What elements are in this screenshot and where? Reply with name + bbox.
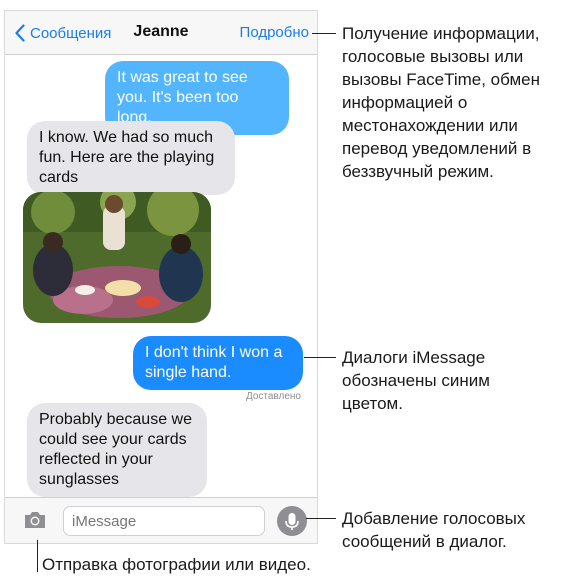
message-incoming-2[interactable]: Probably because we could see your cards… [27,403,207,497]
callout-imessage: Диалоги iMessage обозначены синим цветом… [342,348,490,413]
delivered-status: Доставлено [245,391,301,402]
contact-name-text: Jeanne [133,23,189,40]
navigation-bar: Сообщения Jeanne Подробно [5,11,317,55]
input-bar [5,497,317,543]
details-button[interactable]: Подробно [240,24,309,41]
microphone-icon [285,513,299,530]
back-button[interactable]: Сообщения [15,21,111,45]
voice-message-button[interactable] [277,506,307,536]
callout-camera: Отправка фотографии или видео. [42,555,311,574]
callout-details: Получение информации, голосовые вызовы и… [342,24,541,181]
chevron-left-icon [15,24,25,42]
back-label: Сообщения [30,24,112,42]
callout-line-camera [37,540,38,572]
callout-voice: Добавление голосовых сообщений в диалог. [342,509,526,551]
message-photo[interactable] [23,192,211,323]
messages-screen: Сообщения Jeanne Подробно It was great t… [4,10,318,544]
picnic-photo [23,192,211,323]
message-incoming-1[interactable]: I know. We had so much fun. Here are the… [27,121,235,195]
callout-line-imessage [304,357,336,358]
imessage-input[interactable] [63,506,265,536]
callout-line-voice [306,518,336,519]
camera-icon [25,512,45,528]
callout-line-details [312,33,336,34]
message-outgoing-2[interactable]: I don't think I won a single hand. [133,336,303,390]
camera-button[interactable] [23,510,47,530]
